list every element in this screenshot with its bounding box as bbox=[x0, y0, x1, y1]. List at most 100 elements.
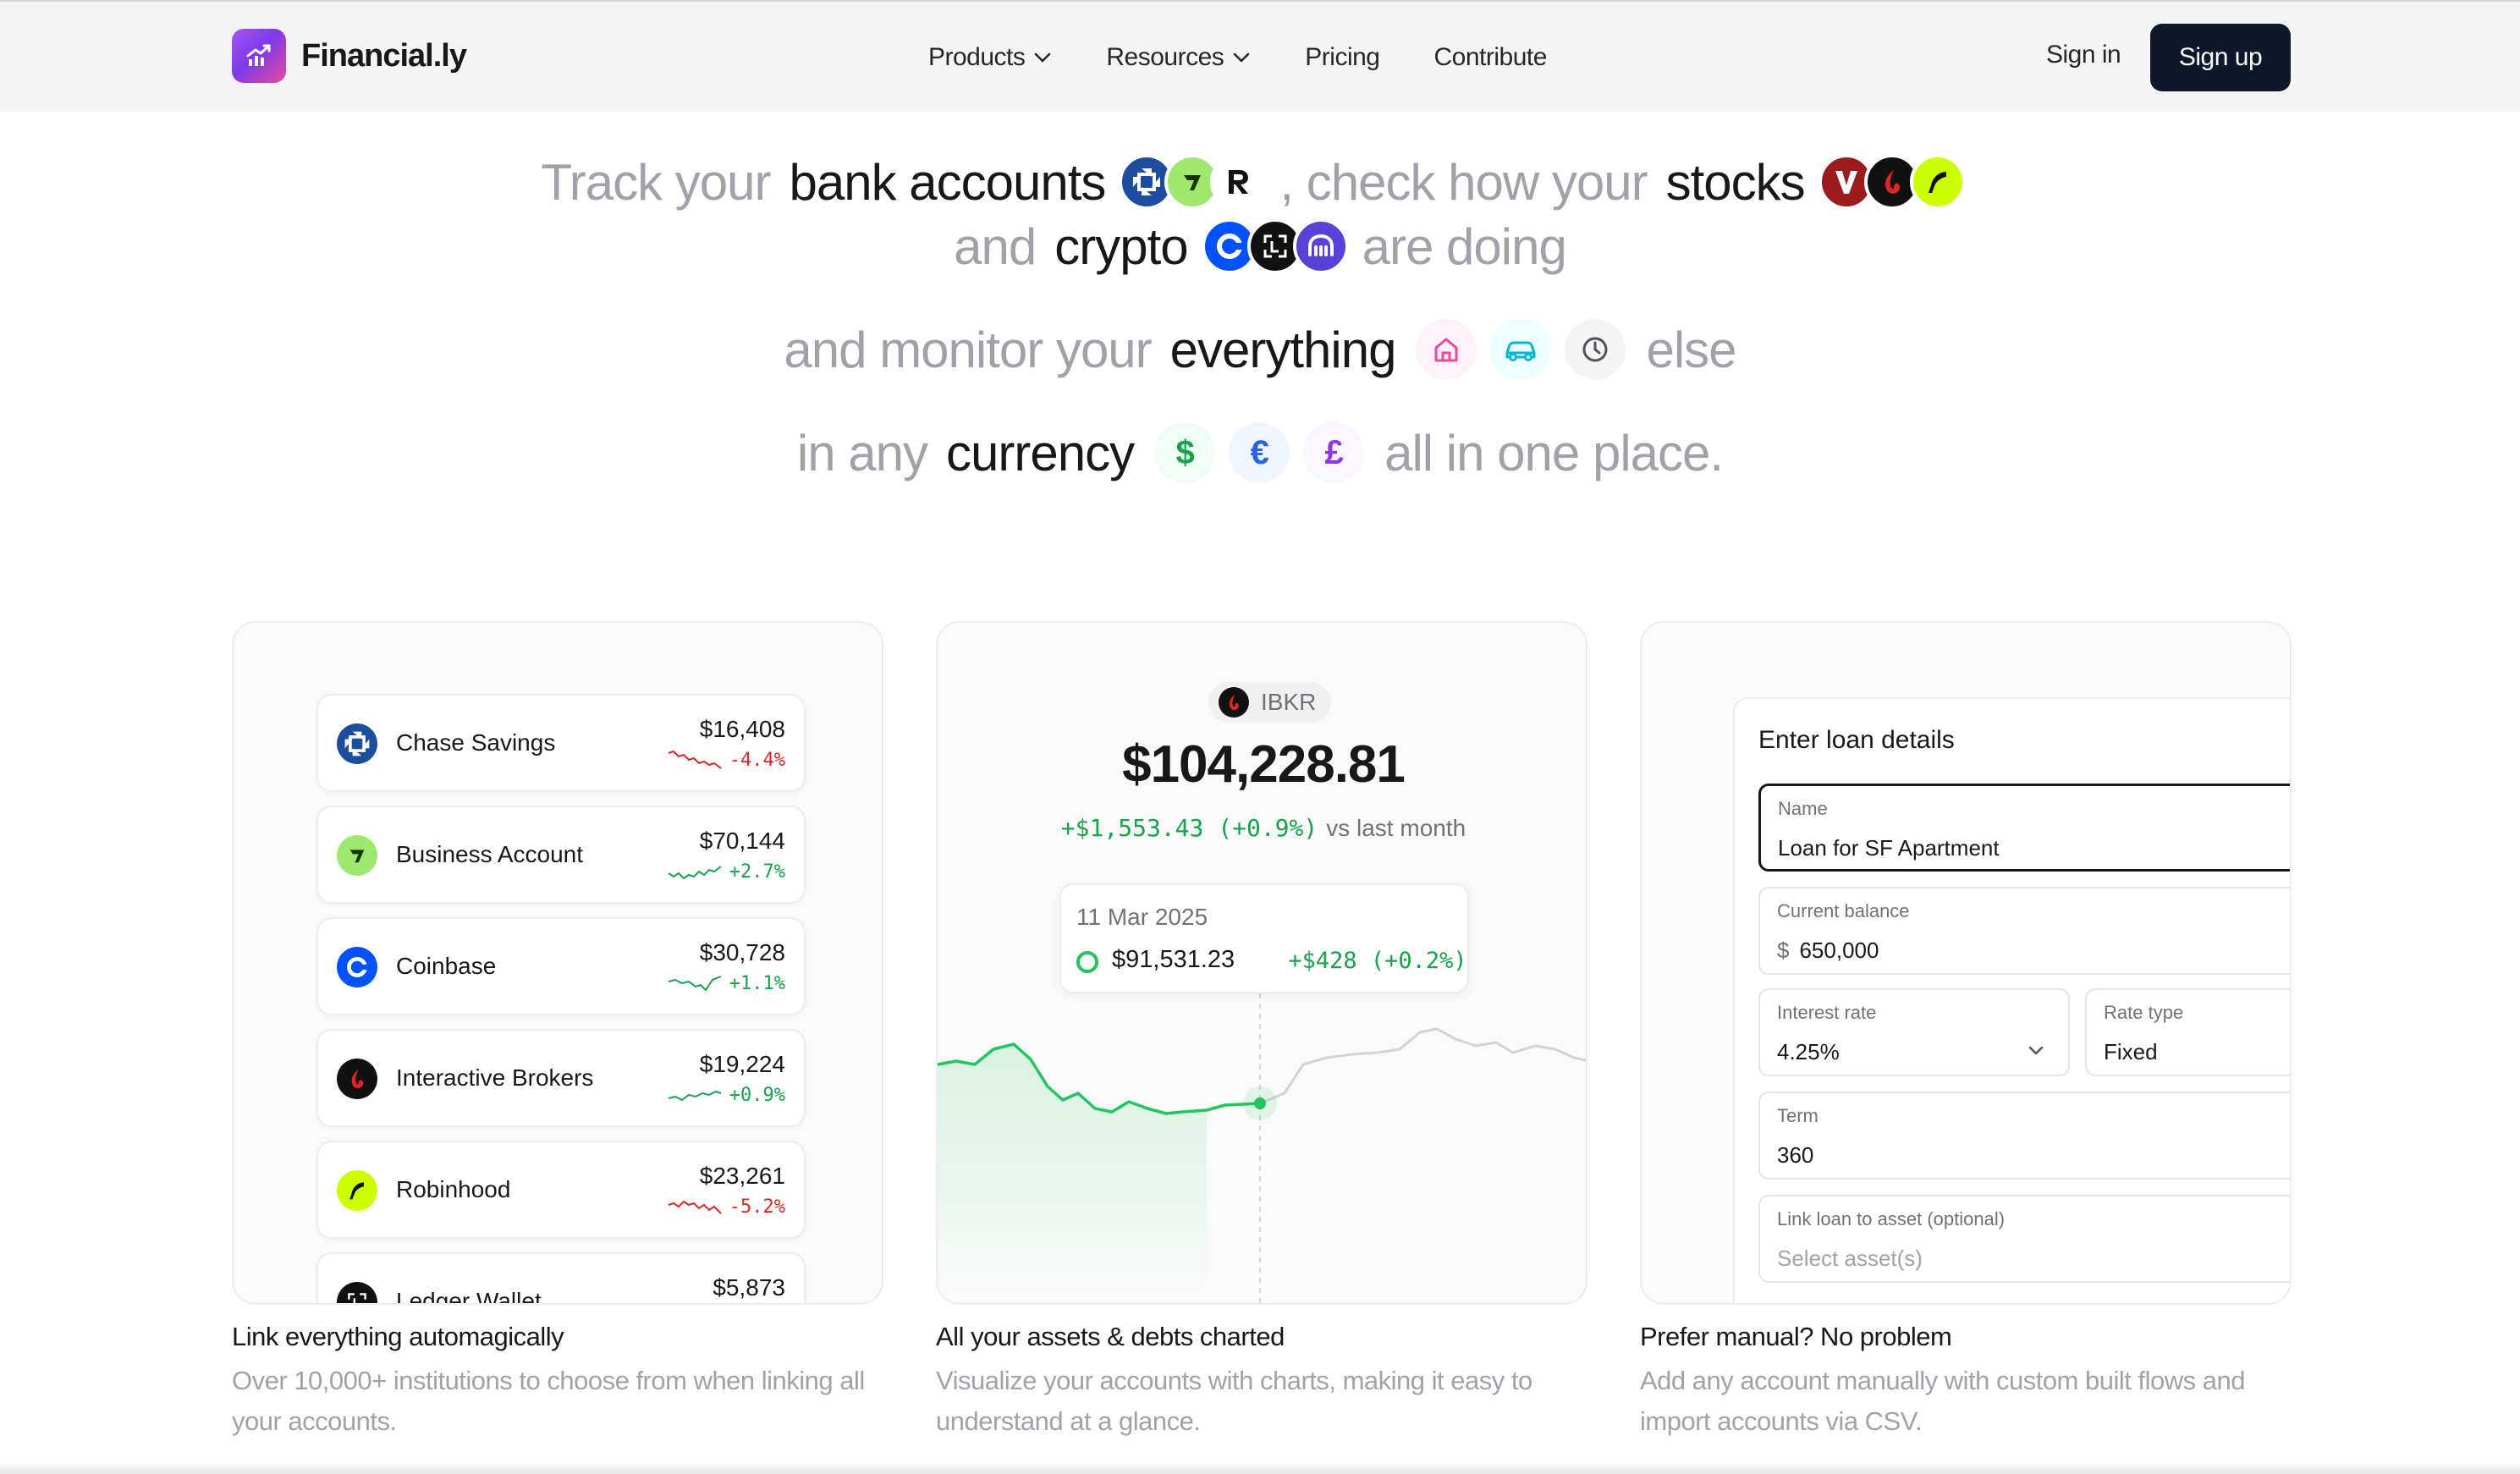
ledger-icon bbox=[337, 1282, 377, 1303]
term-field[interactable]: Term 360 bbox=[1758, 1092, 2290, 1180]
account-row[interactable]: Chase Savings $16,408 -4.4% bbox=[316, 694, 806, 792]
field-label: Interest rate bbox=[1777, 1002, 1877, 1023]
account-value: $30,728 bbox=[699, 939, 785, 965]
coinbase-icon bbox=[337, 947, 377, 987]
sparkline-up bbox=[668, 976, 722, 992]
chart-card: IBKR $104,228.81 +$1,553.43 (+0.9%) vs la… bbox=[936, 621, 1587, 1305]
sparkline-down bbox=[668, 750, 722, 769]
rate-type-select[interactable]: Rate type Fixed bbox=[2085, 988, 2290, 1076]
top-navbar: Financial.ly Products Resources Pricing … bbox=[0, 0, 2520, 112]
brand-logo[interactable]: Financial.ly bbox=[232, 29, 467, 83]
hero-line-4: in any currency $ € £ all in one place. bbox=[0, 416, 2520, 489]
nav-contribute-label: Contribute bbox=[1433, 43, 1548, 71]
field-value: Fixed bbox=[2104, 1039, 2158, 1064]
nav-products-label: Products bbox=[928, 43, 1026, 71]
ibkr-icon bbox=[337, 1059, 377, 1099]
chase-icon bbox=[337, 723, 377, 764]
robinhood-icon bbox=[1909, 154, 1966, 210]
field-value: Loan for SF Apartment bbox=[1778, 835, 2000, 861]
car-icon bbox=[1490, 319, 1552, 380]
current-balance-field[interactable]: Current balance $650,000 bbox=[1758, 887, 2290, 975]
bank-logos bbox=[1119, 154, 1267, 210]
bottom-edge bbox=[0, 1462, 2520, 1474]
hero-text: all in one place. bbox=[1384, 424, 1724, 481]
nav-resources-label: Resources bbox=[1106, 43, 1224, 71]
hero-line-1: Track your bank accounts , check how you… bbox=[0, 146, 2520, 218]
robinhood-icon bbox=[337, 1170, 377, 1211]
chart-tooltip: 11 Mar 2025 $91,531.23 +$428 (+0.2%) bbox=[1059, 883, 1469, 993]
field-label: Current balance bbox=[1777, 900, 1910, 921]
account-row[interactable]: Interactive Brokers $19,224 +0.9% bbox=[316, 1029, 806, 1127]
hero-text: Track your bbox=[541, 153, 771, 211]
field-placeholder: Select asset(s) bbox=[1777, 1246, 1923, 1271]
account-row[interactable]: Ledger Wallet $5,873 bbox=[316, 1252, 806, 1305]
hero-highlight: currency bbox=[946, 424, 1135, 481]
hero-text: else bbox=[1646, 321, 1736, 378]
feature-description: Over 10,000+ institutions to choose from… bbox=[232, 1366, 865, 1436]
account-row[interactable]: Business Account $70,144 +2.7% bbox=[316, 806, 806, 904]
sparkline-down bbox=[668, 1200, 722, 1214]
chevron-down-icon bbox=[1035, 52, 1051, 63]
account-value: $5,873 bbox=[713, 1274, 785, 1301]
trend-chart-icon bbox=[232, 29, 286, 83]
revolut-icon bbox=[1210, 154, 1267, 210]
account-name: Business Account bbox=[396, 841, 584, 867]
account-change: +0.9% bbox=[729, 1085, 785, 1106]
account-value: $19,224 bbox=[699, 1051, 785, 1077]
interest-rate-select[interactable]: Interest rate 4.25% bbox=[1758, 988, 2070, 1076]
wise-icon bbox=[337, 835, 377, 876]
link-asset-select[interactable]: Link loan to asset (optional) Select ass… bbox=[1758, 1195, 2290, 1283]
account-change: -5.2% bbox=[729, 1196, 785, 1218]
form-title: Enter loan details bbox=[1758, 726, 1955, 754]
tooltip-date: 11 Mar 2025 bbox=[1076, 904, 1208, 930]
field-value: $650,000 bbox=[1777, 938, 1879, 964]
hero-text: and bbox=[954, 217, 1037, 275]
accounts-card: Chase Savings $16,408 -4.4% Business Acc… bbox=[232, 621, 883, 1305]
euro-icon: € bbox=[1229, 422, 1290, 483]
account-value: $23,261 bbox=[699, 1163, 785, 1189]
hero-text: in any bbox=[796, 424, 928, 481]
hero-text: and monitor your bbox=[784, 321, 1152, 378]
house-icon bbox=[1416, 319, 1477, 380]
nav-resources[interactable]: Resources bbox=[1106, 43, 1251, 72]
account-change: +1.1% bbox=[729, 973, 785, 994]
nav-contribute[interactable]: Contribute bbox=[1433, 43, 1548, 72]
hero-text: , check how your bbox=[1279, 153, 1648, 211]
feature-title: Prefer manual? No problem bbox=[1640, 1322, 1952, 1351]
nav-pricing[interactable]: Pricing bbox=[1305, 43, 1380, 72]
account-name: Ledger Wallet bbox=[396, 1288, 542, 1305]
hero-highlight: stocks bbox=[1665, 153, 1806, 211]
feature-title: Link everything automagically bbox=[232, 1322, 564, 1351]
loan-name-field[interactable]: Name Loan for SF Apartment bbox=[1758, 784, 2290, 872]
currency-prefix: $ bbox=[1777, 938, 1790, 963]
account-value: $70,144 bbox=[699, 828, 785, 854]
account-row[interactable]: Robinhood $23,261 -5.2% bbox=[316, 1141, 806, 1239]
chevron-down-icon bbox=[1233, 52, 1250, 63]
account-name: Interactive Brokers bbox=[396, 1064, 594, 1091]
field-label: Name bbox=[1778, 798, 1828, 819]
sign-up-button[interactable]: Sign up bbox=[2150, 24, 2291, 91]
hero-text: are doing bbox=[1362, 217, 1567, 275]
nav-pricing-label: Pricing bbox=[1305, 43, 1380, 71]
sign-in-link[interactable]: Sign in bbox=[2046, 41, 2121, 69]
hero-highlight: crypto bbox=[1054, 217, 1188, 275]
hero-line-2: and crypto are doing bbox=[0, 210, 2520, 283]
nav-links: Products Resources Pricing Contribute bbox=[928, 39, 1547, 76]
account-value: $16,408 bbox=[699, 716, 785, 742]
hero-line-3: and monitor your everything else bbox=[0, 313, 2520, 386]
account-name: Coinbase bbox=[396, 953, 497, 979]
nav-products[interactable]: Products bbox=[928, 43, 1052, 72]
account-row[interactable]: Coinbase $30,728 +1.1% bbox=[316, 917, 806, 1015]
feature-title: All your assets & debts charted bbox=[936, 1322, 1285, 1351]
pound-icon: £ bbox=[1303, 422, 1365, 483]
field-value: 4.25% bbox=[1777, 1039, 1840, 1064]
field-label: Term bbox=[1777, 1105, 1818, 1126]
tooltip-value: $91,531.23 bbox=[1112, 946, 1235, 973]
broker-logos bbox=[1818, 154, 1966, 210]
field-label: Link loan to asset (optional) bbox=[1777, 1208, 2006, 1229]
hero-highlight: everything bbox=[1169, 321, 1397, 378]
tooltip-marker bbox=[1076, 951, 1098, 973]
feature-description: Add any account manually with custom bui… bbox=[1640, 1366, 2245, 1436]
loan-form: Enter loan details Name Loan for SF Apar… bbox=[1733, 697, 2290, 1303]
category-icons bbox=[1409, 319, 1632, 380]
